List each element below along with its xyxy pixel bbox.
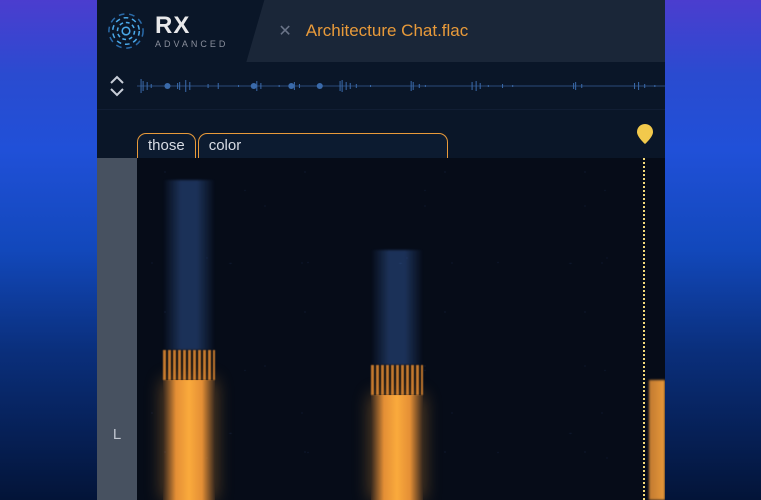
playhead-marker-icon[interactable]	[637, 124, 653, 149]
marker-timeline[interactable]: those color b	[97, 110, 665, 158]
document-tab[interactable]: ✕ Architecture Chat.flac	[246, 0, 665, 62]
brand-text: RX ADVANCED	[155, 14, 228, 49]
region-tag-label: those	[148, 137, 185, 154]
overview-waveform[interactable]	[137, 71, 665, 101]
spectrogram-energy-column	[163, 180, 215, 500]
region-tag[interactable]: color	[198, 133, 448, 158]
brand-block: RX ADVANCED	[97, 0, 246, 62]
channel-left-label: L	[113, 426, 121, 443]
channel-label-gutter: L	[97, 158, 137, 500]
brand-tier: ADVANCED	[155, 40, 228, 49]
brand-name: RX	[155, 14, 228, 38]
overview-waveform-row	[97, 62, 665, 110]
spectrogram-energy-column	[371, 250, 423, 500]
expand-collapse-icon[interactable]	[97, 75, 137, 97]
spectrogram-display[interactable]	[137, 158, 665, 500]
rx-app-window: RX ADVANCED ✕ Architecture Chat.flac	[97, 0, 665, 500]
titlebar: RX ADVANCED ✕ Architecture Chat.flac	[97, 0, 665, 62]
region-tag[interactable]: those	[137, 133, 196, 158]
region-boundary-line[interactable]	[643, 158, 645, 500]
rx-logo-icon	[107, 12, 145, 50]
spectrogram-energy-column	[649, 380, 665, 500]
region-tag-label: color	[209, 137, 242, 154]
document-title: Architecture Chat.flac	[306, 21, 469, 41]
close-icon[interactable]: ✕	[274, 17, 295, 45]
region-tags: those color	[137, 133, 448, 158]
spectrogram-area: L	[97, 158, 665, 500]
